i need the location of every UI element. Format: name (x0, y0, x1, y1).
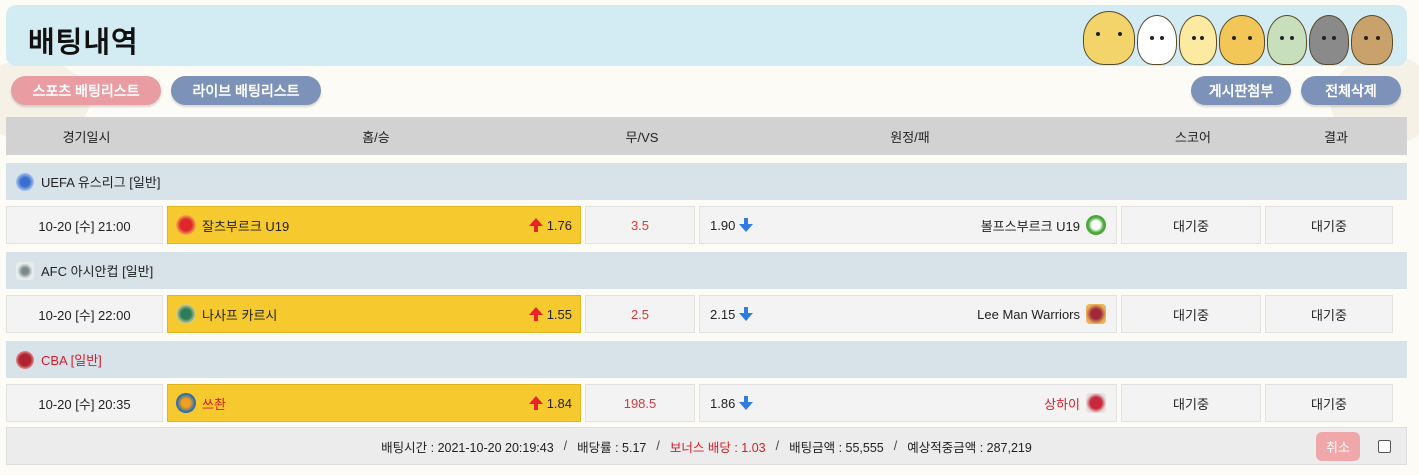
handicap-line[interactable]: 198.5 (585, 384, 695, 422)
kakao-characters-illustration (1083, 7, 1393, 65)
away-bet-cell[interactable]: 2.15 Lee Man Warriors (699, 295, 1117, 333)
away-team-name: 볼프스부르크 U19 (980, 218, 1080, 234)
odds-up-arrow-icon (528, 307, 543, 321)
score-cell: 대기중 (1121, 206, 1261, 244)
nasaf-logo-icon (176, 304, 196, 324)
odds-down-arrow-icon (739, 396, 754, 410)
away-bet-cell[interactable]: 1.86 상하이 (699, 384, 1117, 422)
table-header: 경기일시 홈/승 무/VS 원정/패 스코어 결과 (6, 117, 1407, 155)
odds-down-arrow-icon (739, 218, 754, 232)
character-muzi-icon (1179, 15, 1217, 65)
character-frodo-icon (1351, 15, 1393, 65)
home-bet-cell[interactable]: 잘츠부르크 U19 1.76 (167, 206, 581, 244)
home-odds: 1.76 (546, 217, 572, 233)
select-bet-checkbox[interactable] (1378, 440, 1391, 453)
home-odds: 1.55 (546, 306, 572, 322)
wolfsburg-logo-icon (1086, 215, 1106, 235)
separator: / (893, 439, 898, 453)
character-tube-icon (1267, 15, 1307, 65)
bonus-odds: 보너스 배당 : 1.03 (669, 440, 766, 455)
result-cell: 대기중 (1265, 384, 1393, 422)
header-datetime: 경기일시 (62, 129, 111, 145)
result-cell: 대기중 (1265, 206, 1393, 244)
game-datetime: 10-20 [수] 20:35 (6, 384, 163, 422)
home-odds: 1.84 (546, 395, 572, 411)
lee-man-logo-icon (1086, 304, 1106, 324)
character-jay-g-icon (1309, 15, 1349, 65)
page-title: 배팅내역 (28, 27, 139, 59)
separator: / (656, 439, 660, 453)
redbull-logo-icon (176, 215, 196, 235)
away-odds: 1.90 (710, 217, 736, 233)
header-away: 원정/패 (890, 129, 930, 145)
home-bet-cell[interactable]: 쓰촨 1.84 (167, 384, 581, 422)
game-row: 10-20 [수] 22:00 나사프 카르시 1.55 2.5 2.15 Le… (6, 295, 1407, 333)
character-ryan-icon (1219, 15, 1265, 65)
league-header: UEFA 유스리그 [일반] (6, 163, 1407, 200)
bet-amount: 배팅금액 : 55,555 (789, 440, 884, 455)
sichuan-logo-icon (176, 393, 196, 413)
home-team-name: 잘츠부르크 U19 (202, 218, 290, 234)
expected-payout: 예상적중금액 : 287,219 (907, 440, 1032, 455)
game-row: 10-20 [수] 21:00 잘츠부르크 U19 1.76 3.5 1.90 … (6, 206, 1407, 244)
header-draw: 무/VS (625, 129, 659, 145)
league-name: AFC 아시안컵 [일반] (41, 264, 154, 279)
away-team-name: 상하이 (1044, 396, 1080, 412)
page-header: 배팅내역 (6, 5, 1407, 66)
post-to-board-button[interactable]: 게시판첨부 (1191, 76, 1291, 105)
separator: / (563, 439, 568, 453)
character-apeach-icon (1137, 15, 1177, 65)
cancel-bet-button[interactable]: 취소 (1316, 432, 1360, 461)
home-team-name: 쓰촨 (202, 396, 226, 412)
shanghai-sharks-logo-icon (1086, 393, 1106, 413)
sports-bet-list-button[interactable]: 스포츠 배팅리스트 (11, 76, 161, 105)
header-home: 홈/승 (362, 129, 390, 145)
bet-summary: 배팅시간 : 2021-10-20 20:19:43 / 배당률 : 5.17 … (6, 427, 1407, 465)
header-result: 결과 (1324, 129, 1348, 145)
league-name: CBA [일반] (41, 353, 102, 368)
game-row: 10-20 [수] 20:35 쓰촨 1.84 198.5 1.86 상하이 대… (6, 384, 1407, 422)
game-datetime: 10-20 [수] 22:00 (6, 295, 163, 333)
character-lion-icon (1083, 11, 1135, 65)
away-bet-cell[interactable]: 1.90 볼프스부르크 U19 (699, 206, 1117, 244)
score-cell: 대기중 (1121, 384, 1261, 422)
result-cell: 대기중 (1265, 295, 1393, 333)
score-cell: 대기중 (1121, 295, 1261, 333)
home-team-name: 나사프 카르시 (202, 307, 278, 323)
draw-odds[interactable]: 2.5 (585, 295, 695, 333)
away-odds: 2.15 (710, 306, 736, 322)
away-odds: 1.86 (710, 395, 736, 411)
bet-history-table: 경기일시 홈/승 무/VS 원정/패 스코어 결과 UEFA 유스리그 [일반]… (6, 117, 1407, 465)
bet-time: 배팅시간 : 2021-10-20 20:19:43 (381, 440, 554, 455)
header-score: 스코어 (1175, 129, 1211, 145)
basketball-icon (16, 350, 34, 369)
delete-all-button[interactable]: 전체삭제 (1301, 76, 1401, 105)
draw-odds[interactable]: 3.5 (585, 206, 695, 244)
league-header: AFC 아시안컵 [일반] (6, 252, 1407, 289)
away-team-name: Lee Man Warriors (977, 306, 1080, 322)
league-header: CBA [일반] (6, 341, 1407, 378)
uefa-youth-icon (16, 172, 34, 191)
total-odds: 배당률 : 5.17 (577, 440, 647, 455)
afc-cup-icon (16, 261, 34, 280)
odds-up-arrow-icon (528, 218, 543, 232)
league-name: UEFA 유스리그 [일반] (41, 175, 161, 190)
separator: / (775, 439, 780, 453)
live-bet-list-button[interactable]: 라이브 배팅리스트 (171, 76, 321, 105)
home-bet-cell[interactable]: 나사프 카르시 1.55 (167, 295, 581, 333)
game-datetime: 10-20 [수] 21:00 (6, 206, 163, 244)
odds-up-arrow-icon (528, 396, 543, 410)
odds-down-arrow-icon (739, 307, 754, 321)
